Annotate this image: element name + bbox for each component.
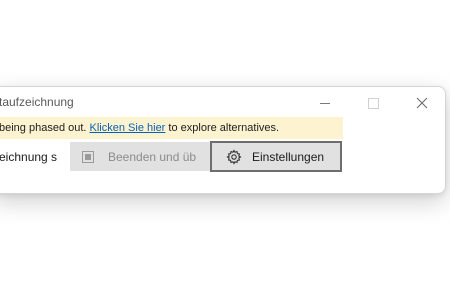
maximize-icon bbox=[367, 97, 379, 109]
infobar-text-after: to explore alternatives. bbox=[165, 122, 280, 134]
infobar-text-before: being phased out. bbox=[0, 122, 90, 134]
stop-and-transfer-button[interactable]: Beenden und üb bbox=[70, 142, 210, 171]
window-title: taufzeichnung bbox=[0, 95, 74, 109]
recording-toolbar: eichnung s Beenden und üb Einstellungen bbox=[0, 141, 445, 172]
recording-name-field[interactable]: eichnung s bbox=[0, 150, 57, 164]
minimize-icon bbox=[320, 102, 330, 104]
maximize-button[interactable] bbox=[355, 91, 391, 115]
gear-icon bbox=[226, 148, 242, 165]
recording-window: taufzeichnung being phased out. Klicken … bbox=[0, 86, 446, 194]
minimize-button[interactable] bbox=[307, 91, 343, 115]
settings-button[interactable]: Einstellungen bbox=[210, 141, 342, 172]
close-icon bbox=[416, 97, 428, 109]
settings-button-label: Einstellungen bbox=[252, 149, 325, 164]
deprecation-infobar: being phased out. Klicken Sie hier to ex… bbox=[0, 117, 343, 139]
title-bar[interactable]: taufzeichnung bbox=[0, 87, 445, 117]
close-button[interactable] bbox=[404, 91, 440, 115]
infobar-message: being phased out. Klicken Sie hier to ex… bbox=[0, 122, 279, 134]
infobar-link[interactable]: Klicken Sie hier bbox=[90, 122, 166, 134]
stop-button-label: Beenden und üb bbox=[108, 149, 197, 164]
stop-icon bbox=[82, 150, 94, 163]
desktop-background: taufzeichnung being phased out. Klicken … bbox=[0, 0, 450, 300]
